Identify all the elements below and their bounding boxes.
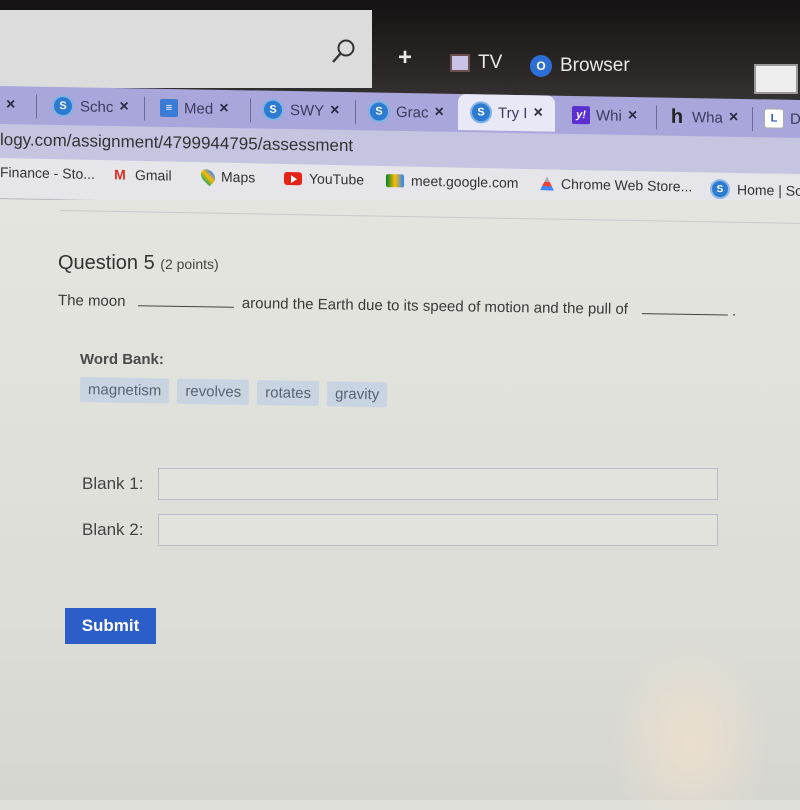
url-text[interactable]: logy.com/assignment/4799944795/assessmen… [0,130,353,156]
bookmark-label: Finance - Sto... [0,164,95,182]
bookmark-chrome-web-store[interactable]: Chrome Web Store... [540,175,693,195]
tab-0[interactable]: × [6,90,15,120]
bookmark-meet[interactable]: meet.google.com [386,172,518,191]
divider [59,210,800,224]
question-text-end: . [731,302,737,320]
bookmark-label: meet.google.com [411,172,519,191]
tab-separator [656,105,657,130]
close-icon[interactable]: × [533,104,542,122]
bookmark-maps[interactable]: Maps [198,166,256,187]
tab-label: Whi [596,106,622,125]
word-bank-label: Word Bank: [80,351,164,368]
search-panel[interactable] [0,10,372,88]
maps-icon [198,166,218,187]
assessment-page: Question 5 (2 points) The moon around th… [0,200,800,810]
docs-icon: ≡ [160,98,178,118]
l-icon: L [764,108,784,129]
tab-8[interactable]: L D [764,103,800,134]
schoology-icon: S [710,178,730,200]
search-icon[interactable] [330,38,356,64]
tab-label: Med [184,99,214,118]
word-bank-chip[interactable]: revolves [177,378,250,405]
bookmark-label: Maps [221,168,256,186]
bookmark-label: YouTube [309,170,365,188]
close-icon[interactable]: × [435,104,444,122]
tab-4[interactable]: S Grac × [368,96,444,127]
tab-7[interactable]: h Wha × [668,102,738,133]
blank-1-row: Blank 1: [82,468,718,500]
word-bank-chip[interactable]: rotates [256,380,320,407]
tab-6[interactable]: y! Whi × [572,100,637,131]
bookmark-youtube[interactable]: YouTube [284,170,364,188]
bookmark-label: Chrome Web Store... [561,175,693,195]
close-icon[interactable]: × [729,109,738,127]
question-points: (2 points) [160,256,219,272]
meet-icon [386,173,404,187]
blank-1-line [137,305,234,308]
schoology-icon: S [470,101,492,124]
word-bank-chip[interactable]: magnetism [79,377,170,404]
tab-1[interactable]: S Schc × [52,91,129,122]
word-bank: magnetism revolves rotates gravity [79,377,388,408]
close-icon[interactable]: × [219,100,228,118]
blank-1-label: Blank 1: [82,474,144,493]
schoology-icon: S [262,98,284,121]
tray-icon[interactable] [754,64,798,94]
browser-icon: O [530,55,552,77]
gmail-icon: M [114,166,126,183]
bookmark-label: Home | Sch [737,181,800,199]
question-text: The moon around the Earth due to its spe… [58,292,737,320]
tab-separator [250,98,251,123]
tab-3[interactable]: S SWY × [262,95,340,126]
chrome-web-store-icon [540,176,554,190]
plus-icon: + [398,44,413,71]
schoology-icon: S [368,100,390,123]
tab-label: Grac [396,103,429,121]
question-title: Question 5 [58,252,155,274]
tv-label: TV [478,52,503,73]
tab-separator [36,94,37,119]
youtube-icon [284,171,302,185]
tv-icon [450,54,470,72]
tab-label: Schc [80,97,114,116]
close-icon[interactable]: × [330,102,339,120]
tab-separator [752,107,753,132]
tab-2[interactable]: ≡ Med × [160,93,229,124]
blank-1-input[interactable] [158,468,718,500]
schoology-icon: S [52,94,74,118]
blank-2-line [642,313,729,316]
question-text-part2: around the Earth due to its speed of mot… [241,294,629,318]
question-heading: Question 5 (2 points) [58,252,219,275]
screen-glare [610,640,770,810]
word-bank-chip[interactable]: gravity [326,381,388,408]
question-text-part1: The moon [57,292,126,311]
close-icon[interactable]: × [6,96,15,114]
homework-icon: h [670,105,684,128]
bookmark-gmail[interactable]: M Gmail [112,166,172,184]
tab-separator [144,96,145,121]
bookmark-finance[interactable]: Finance - Sto... [0,164,95,182]
taskbar-tv[interactable]: TV [450,52,502,74]
blank-2-row: Blank 2: [82,514,718,546]
new-item-button[interactable]: + [398,44,412,72]
yahoo-icon: y! [572,105,590,125]
close-icon[interactable]: × [628,107,637,125]
browser-label: Browser [560,55,630,76]
tab-label: Wha [692,108,723,127]
submit-button[interactable]: Submit [65,608,156,644]
tab-5-active[interactable]: S Try I × [458,93,555,132]
tab-separator [355,100,356,125]
taskbar-browser[interactable]: O Browser [530,55,630,77]
blank-2-input[interactable] [158,514,718,546]
bookmark-label: Gmail [135,166,172,184]
tab-label: SWY [290,101,325,120]
tab-label: D [790,110,800,128]
tab-label: Try I [498,104,528,122]
close-icon[interactable]: × [119,98,128,116]
blank-2-label: Blank 2: [82,520,144,539]
bookmark-schoology-home[interactable]: S Home | Sch [710,178,800,201]
